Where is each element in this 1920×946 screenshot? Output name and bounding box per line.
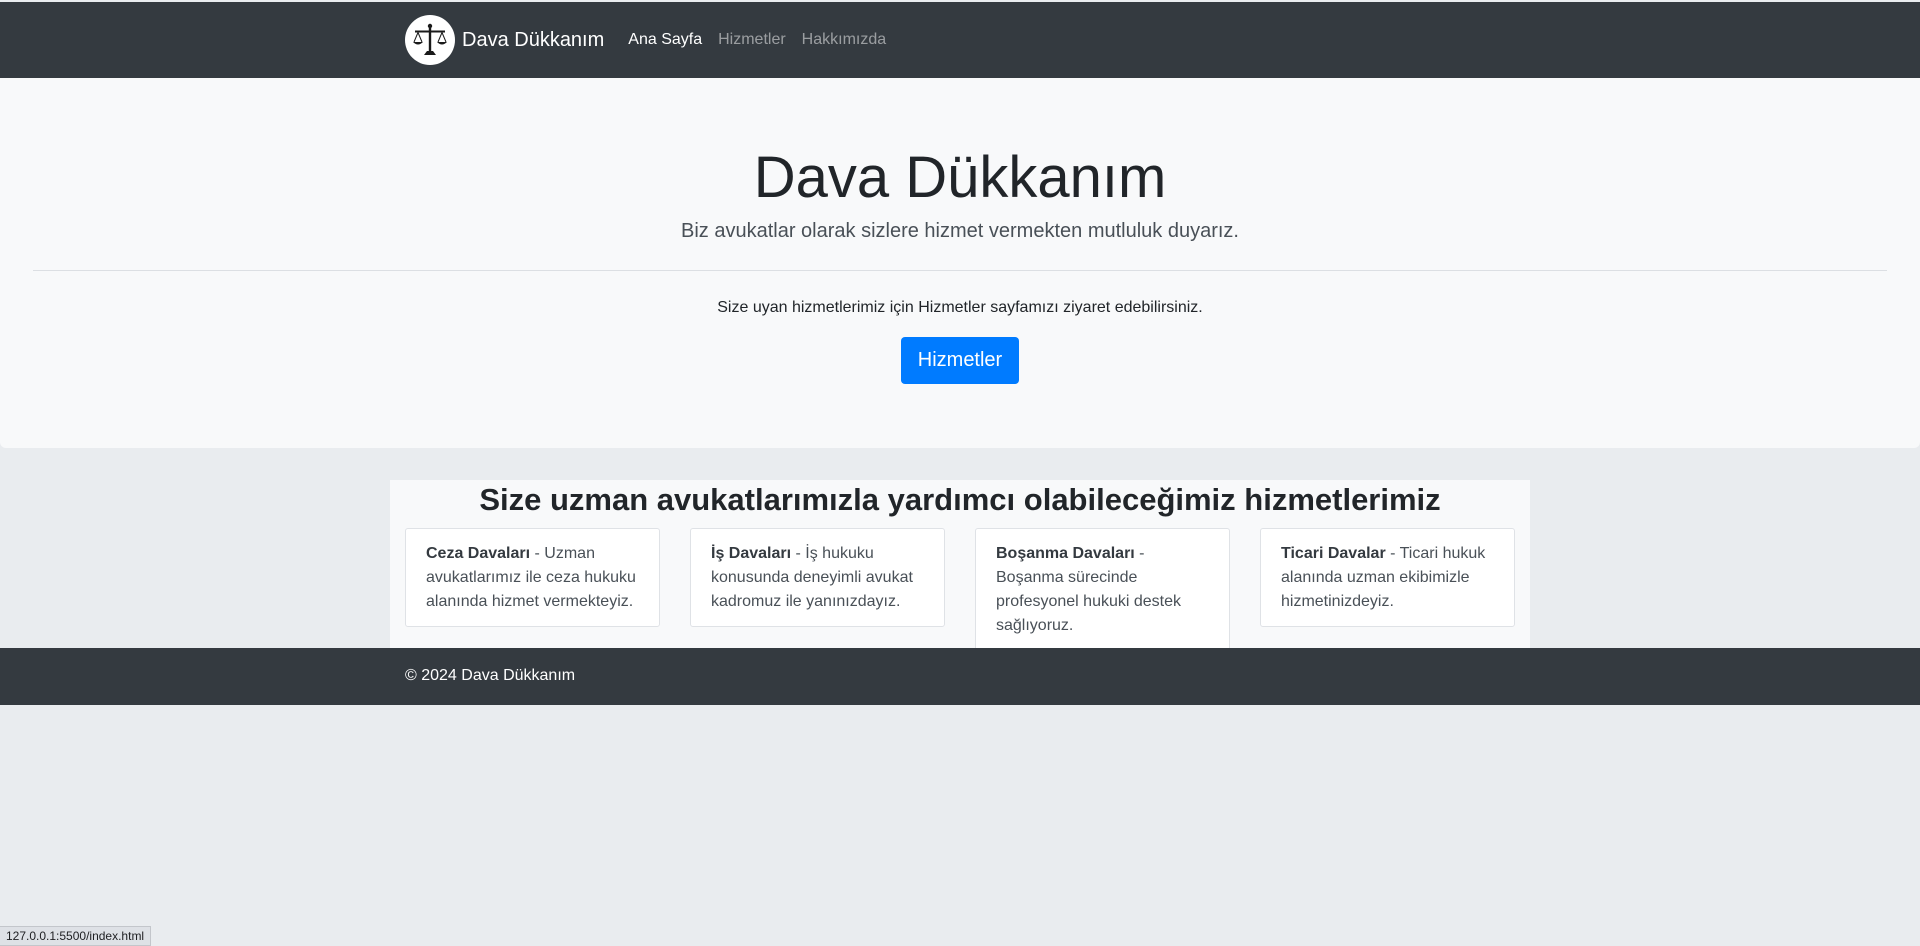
navbar: Dava Dükkanım Ana Sayfa Hizmetler Hakkım… bbox=[0, 2, 1920, 78]
service-card-name: Ticari Davalar bbox=[1281, 545, 1386, 562]
service-card-bosanma: Boşanma Davaları - Boşanma sürecinde pro… bbox=[975, 528, 1230, 651]
service-card-name: Boşanma Davaları bbox=[996, 545, 1135, 562]
nav-link-hakkimizda[interactable]: Hakkımızda bbox=[802, 31, 886, 49]
nav-link-ana-sayfa[interactable]: Ana Sayfa bbox=[628, 31, 702, 49]
brand-name: Dava Dükkanım bbox=[462, 28, 605, 51]
services-title: Size uzman avukatlarımızla yardımcı olab… bbox=[479, 482, 1441, 517]
service-card-ticari: Ticari Davalar - Ticari hukuk alanında u… bbox=[1260, 528, 1515, 627]
footer-copyright: © 2024 Dava Dükkanım bbox=[405, 667, 576, 684]
hero-divider bbox=[33, 270, 1887, 271]
service-card-ceza: Ceza Davaları - Uzman avukatlarımız ile … bbox=[405, 528, 660, 627]
services-button[interactable]: Hizmetler bbox=[901, 337, 1019, 384]
footer: © 2024 Dava Dükkanım bbox=[0, 648, 1920, 705]
hero-text: Size uyan hizmetlerimiz için Hizmetler s… bbox=[717, 299, 1203, 316]
scales-of-justice-icon bbox=[405, 15, 455, 65]
browser-status-bar: 127.0.0.1:5500/index.html bbox=[0, 926, 152, 946]
service-card-name: Ceza Davaları bbox=[426, 545, 531, 562]
services-section: Size uzman avukatlarımızla yardımcı olab… bbox=[390, 480, 1530, 651]
service-card-is: İş Davaları - İş hukuku konusunda deneyi… bbox=[690, 528, 945, 627]
hero-title: Dava Dükkanım bbox=[753, 145, 1167, 210]
navbar-container: Dava Dükkanım Ana Sayfa Hizmetler Hakkım… bbox=[405, 2, 902, 78]
hero-lead: Biz avukatlar olarak sizlere hizmet verm… bbox=[681, 220, 1239, 242]
nav-links: Ana Sayfa Hizmetler Hakkımızda bbox=[628, 31, 902, 49]
service-card-name: İş Davaları bbox=[711, 545, 792, 562]
hero-section: Dava Dükkanım Biz avukatlar olarak sizle… bbox=[0, 78, 1920, 448]
brand-link[interactable]: Dava Dükkanım bbox=[405, 15, 604, 65]
nav-link-hizmetler[interactable]: Hizmetler bbox=[718, 31, 786, 49]
